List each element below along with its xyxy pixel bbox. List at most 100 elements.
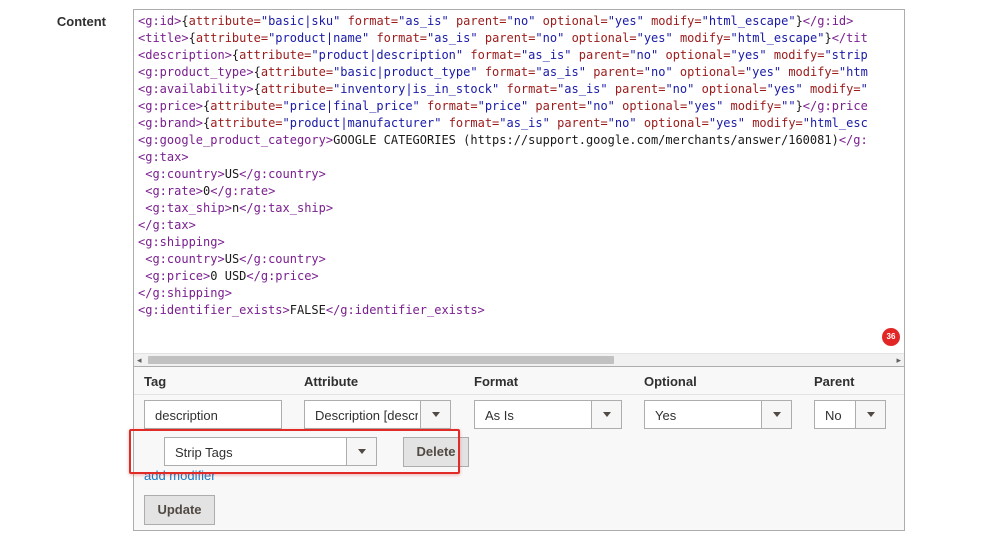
code-token: "as_is": [499, 116, 550, 130]
char-count-badge: 36: [882, 328, 900, 346]
code-token: "basic|product_type": [333, 65, 478, 79]
code-line: <g:id>{attribute="basic|sku" format="as_…: [138, 13, 904, 30]
parent-select[interactable]: No: [814, 400, 886, 429]
code-token: </g:rate>: [210, 184, 276, 198]
chevron-down-icon: [761, 401, 791, 428]
code-token: optional=: [622, 99, 688, 113]
code-token: "yes": [708, 116, 745, 130]
code-token: attribute=: [210, 116, 283, 130]
code-token: "as_is": [557, 82, 608, 96]
code-token: attribute=: [260, 65, 334, 79]
scroll-left-icon[interactable]: ◂: [137, 355, 142, 366]
header-attribute: Attribute: [304, 374, 359, 389]
code-token: attribute=: [260, 82, 334, 96]
horizontal-scrollbar[interactable]: ◂ ▸: [134, 353, 904, 366]
code-line: <g:identifier_exists>FALSE</g:identifier…: [138, 302, 904, 319]
chevron-down-icon: [420, 401, 450, 428]
scrollbar-thumb[interactable]: [148, 356, 614, 364]
code-token: <g:identifier_exists>: [138, 303, 290, 317]
code-line: </g:tax>: [138, 217, 904, 234]
code-token: <g:shipping>: [138, 235, 225, 249]
code-token: GOOGLE CATEGORIES (https://support.googl…: [333, 133, 839, 147]
code-token: "yes": [636, 31, 673, 45]
code-line: <title>{attribute="product|name" format=…: [138, 30, 904, 47]
code-token: US: [224, 167, 240, 181]
code-line: <g:availability>{attribute="inventory|is…: [138, 81, 904, 98]
code-token: <title>: [138, 31, 189, 45]
code-token: modify=: [809, 82, 861, 96]
scroll-right-icon[interactable]: ▸: [896, 355, 901, 366]
code-line: <g:price>{attribute="price|final_price" …: [138, 98, 904, 115]
code-token: {: [253, 82, 261, 96]
code-token: modify=: [752, 116, 803, 130]
attribute-select-value: Description [description]: [315, 408, 418, 423]
code-token: "no": [586, 99, 615, 113]
code-token: optional=: [571, 31, 637, 45]
code-token: }: [795, 99, 803, 113]
header-tag: Tag: [144, 374, 167, 389]
header-optional: Optional: [644, 374, 697, 389]
content-label: Content: [56, 14, 106, 29]
code-token: "yes": [744, 65, 782, 79]
tag-input[interactable]: description: [144, 400, 282, 429]
code-token: "no": [665, 82, 695, 96]
code-token: <g:rate>: [145, 184, 204, 198]
code-token: format=: [448, 116, 500, 130]
attribute-select[interactable]: Description [description]: [304, 400, 451, 429]
code-token: "price|final_price": [282, 99, 420, 113]
code-token: "no": [535, 31, 565, 45]
code-token: optional=: [542, 14, 608, 28]
code-token: {: [188, 31, 196, 45]
code-line: <g:rate>0</g:rate>: [138, 183, 904, 200]
code-token: attribute=: [195, 31, 269, 45]
code-token: modify=: [651, 14, 702, 28]
code-token: "yes": [730, 48, 767, 62]
code-token: parent=: [557, 116, 608, 130]
code-token: </g:identifier_exists>: [325, 303, 485, 317]
code-token: attribute=: [188, 14, 261, 28]
code-token: <g:price>: [145, 269, 211, 283]
code-token: format=: [484, 65, 536, 79]
code-token: "basic|sku": [260, 14, 341, 28]
code-token: ": [860, 82, 868, 96]
code-token: "product|manufacturer": [282, 116, 442, 130]
code-token: </g:price: [802, 99, 868, 113]
code-token: modify=: [788, 65, 839, 79]
code-token: </g:tax>: [138, 218, 196, 232]
code-line: <g:country>US</g:country>: [138, 251, 904, 268]
code-token: "htm: [838, 65, 868, 79]
code-token: "": [781, 99, 796, 113]
code-token: optional=: [679, 65, 745, 79]
update-button[interactable]: Update: [144, 495, 215, 525]
code-line: <g:tax_ship>n</g:tax_ship>: [138, 200, 904, 217]
code-token: "no": [607, 116, 637, 130]
code-editor[interactable]: <g:id>{attribute="basic|sku" format="as_…: [133, 9, 905, 367]
code-token: "as_is": [535, 65, 586, 79]
code-token: }: [795, 14, 803, 28]
code-token: <g:product_type>: [138, 65, 254, 79]
code-token: format=: [470, 48, 521, 62]
optional-select[interactable]: Yes: [644, 400, 792, 429]
code-token: "product|name": [268, 31, 370, 45]
code-token: </g:: [838, 133, 868, 147]
code-line: <description>{attribute="product|descrip…: [138, 47, 904, 64]
code-line: <g:brand>{attribute="product|manufacture…: [138, 115, 904, 132]
code-token: <g:brand>: [138, 116, 204, 130]
code-token: parent=: [455, 14, 507, 28]
code-token: parent=: [484, 31, 536, 45]
code-token: </g:country>: [239, 252, 326, 266]
format-select[interactable]: As Is: [474, 400, 622, 429]
code-token: parent=: [614, 82, 666, 96]
code-token: <g:availability>: [138, 82, 254, 96]
code-token: "price": [477, 99, 529, 113]
code-token: modify=: [730, 99, 782, 113]
code-line: <g:price>0 USD</g:price>: [138, 268, 904, 285]
code-text[interactable]: <g:id>{attribute="basic|sku" format="as_…: [138, 13, 904, 319]
code-token: </tit: [831, 31, 868, 45]
